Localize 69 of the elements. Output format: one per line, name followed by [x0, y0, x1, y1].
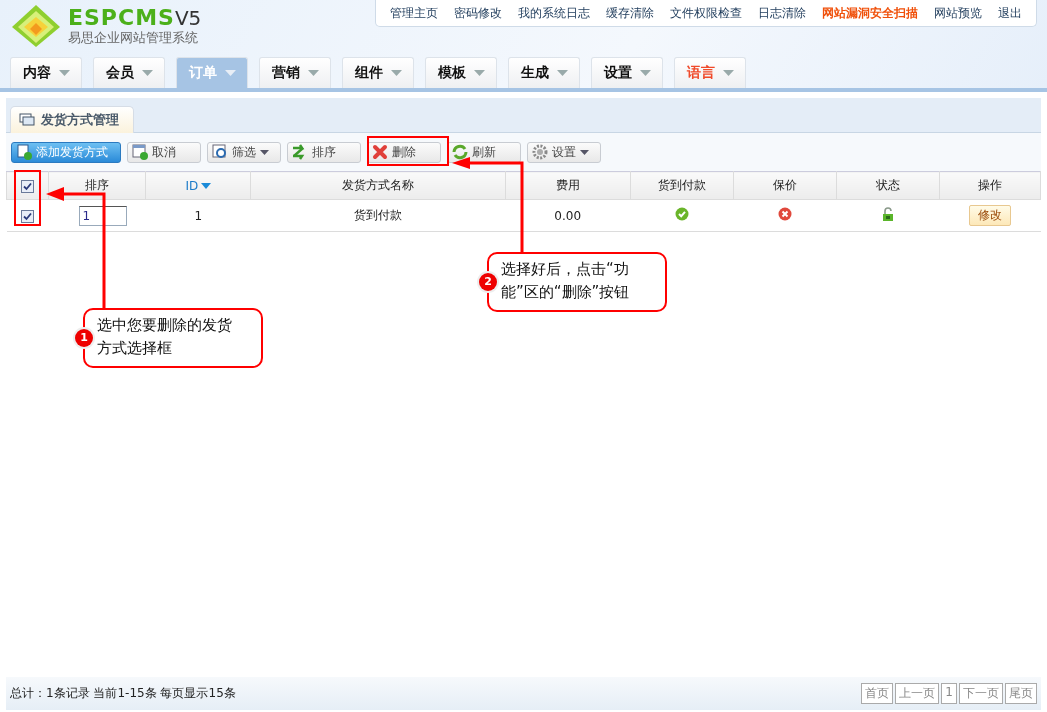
cross-icon	[372, 144, 388, 160]
column-header: 保价	[772, 178, 797, 192]
caret-icon	[390, 70, 402, 76]
toolbar-button[interactable]: 排序	[287, 141, 361, 163]
top-link[interactable]: 网站漏洞安全扫描	[814, 4, 926, 22]
column-header: 操作	[978, 178, 1003, 192]
pagination-link[interactable]: 尾页	[1005, 683, 1037, 704]
order-input[interactable]: 1	[78, 205, 127, 226]
column-header: 状态	[876, 178, 901, 192]
toolbar-button[interactable]: 筛选	[207, 141, 281, 163]
nav-tab[interactable]: 组件	[342, 57, 414, 88]
record-summary: 总计：1条记录 当前1-15条 每页显示15条	[10, 685, 236, 702]
column-header: 费用	[555, 178, 580, 192]
column-header: 货到付款	[657, 178, 706, 192]
settings-icon	[532, 144, 548, 160]
nav-tab[interactable]: 模板	[425, 57, 497, 88]
document-add-icon	[16, 144, 32, 160]
caret-icon	[58, 70, 70, 76]
checkbox[interactable]	[21, 209, 35, 223]
top-link[interactable]: 密码修改	[446, 4, 510, 22]
nav-tab[interactable]: 会员	[93, 57, 165, 88]
table-cell: 1	[194, 208, 203, 223]
table-cell: 货到付款	[354, 208, 403, 222]
nav-tab[interactable]: 设置	[591, 57, 663, 88]
column-header: 排序	[85, 178, 110, 192]
top-link[interactable]: 退出	[990, 4, 1030, 22]
edit-button[interactable]: 修改	[969, 205, 1012, 226]
page-tab[interactable]: 发货方式管理	[10, 106, 134, 133]
nav-tab[interactable]: 营销	[259, 57, 331, 88]
pagination-link[interactable]: 1	[941, 683, 957, 704]
toolbar-button[interactable]: 删除	[367, 141, 441, 163]
caret-icon	[224, 70, 236, 76]
caret-icon	[639, 70, 651, 76]
top-link[interactable]: 管理主页	[382, 4, 446, 22]
callout-text: 选择好后，点击“功能”区的“删除”按钮	[501, 259, 631, 303]
nav-tab[interactable]: 生成	[508, 57, 580, 88]
refresh-icon	[452, 144, 468, 160]
toolbar-button[interactable]: 设置	[527, 141, 601, 163]
step-badge: 1	[75, 329, 93, 347]
caret-icon	[141, 70, 153, 76]
callout-text: 选中您要删除的发货方式选择框	[97, 315, 233, 359]
version-label: V5	[174, 6, 202, 30]
table-cell: 0.00	[554, 208, 582, 223]
column-header: 发货方式名称	[342, 178, 415, 192]
window-add-icon	[132, 144, 148, 160]
top-link[interactable]: 文件权限检查	[662, 4, 750, 22]
top-link[interactable]: 日志清除	[750, 4, 814, 22]
caret-icon	[307, 70, 319, 76]
pagination-link[interactable]: 首页	[861, 683, 894, 704]
highlight-frame	[14, 170, 41, 226]
logo-icon	[10, 3, 62, 49]
nav-tab[interactable]: 内容	[10, 57, 82, 88]
top-link[interactable]: 网站预览	[926, 4, 990, 22]
top-link[interactable]: 缓存清除	[598, 4, 662, 22]
toolbar-button[interactable]: 刷新	[447, 141, 521, 163]
caret-icon	[722, 70, 734, 76]
monitor-icon	[19, 113, 35, 127]
toolbar-button[interactable]: 取消	[127, 141, 201, 163]
logo-subtitle: 易思企业网站管理系统	[68, 30, 199, 46]
pagination-link[interactable]: 下一页	[959, 683, 1003, 704]
column-header[interactable]: ID	[185, 178, 199, 193]
checkbox[interactable]	[21, 179, 35, 193]
sort-down-icon	[201, 183, 212, 189]
caret-icon	[556, 70, 568, 76]
step-badge: 2	[479, 273, 497, 291]
logo-text: ESPCMS	[68, 6, 175, 30]
pagination-link[interactable]: 上一页	[895, 683, 940, 704]
caret-icon	[473, 70, 485, 76]
top-link[interactable]: 我的系统日志	[510, 4, 598, 22]
